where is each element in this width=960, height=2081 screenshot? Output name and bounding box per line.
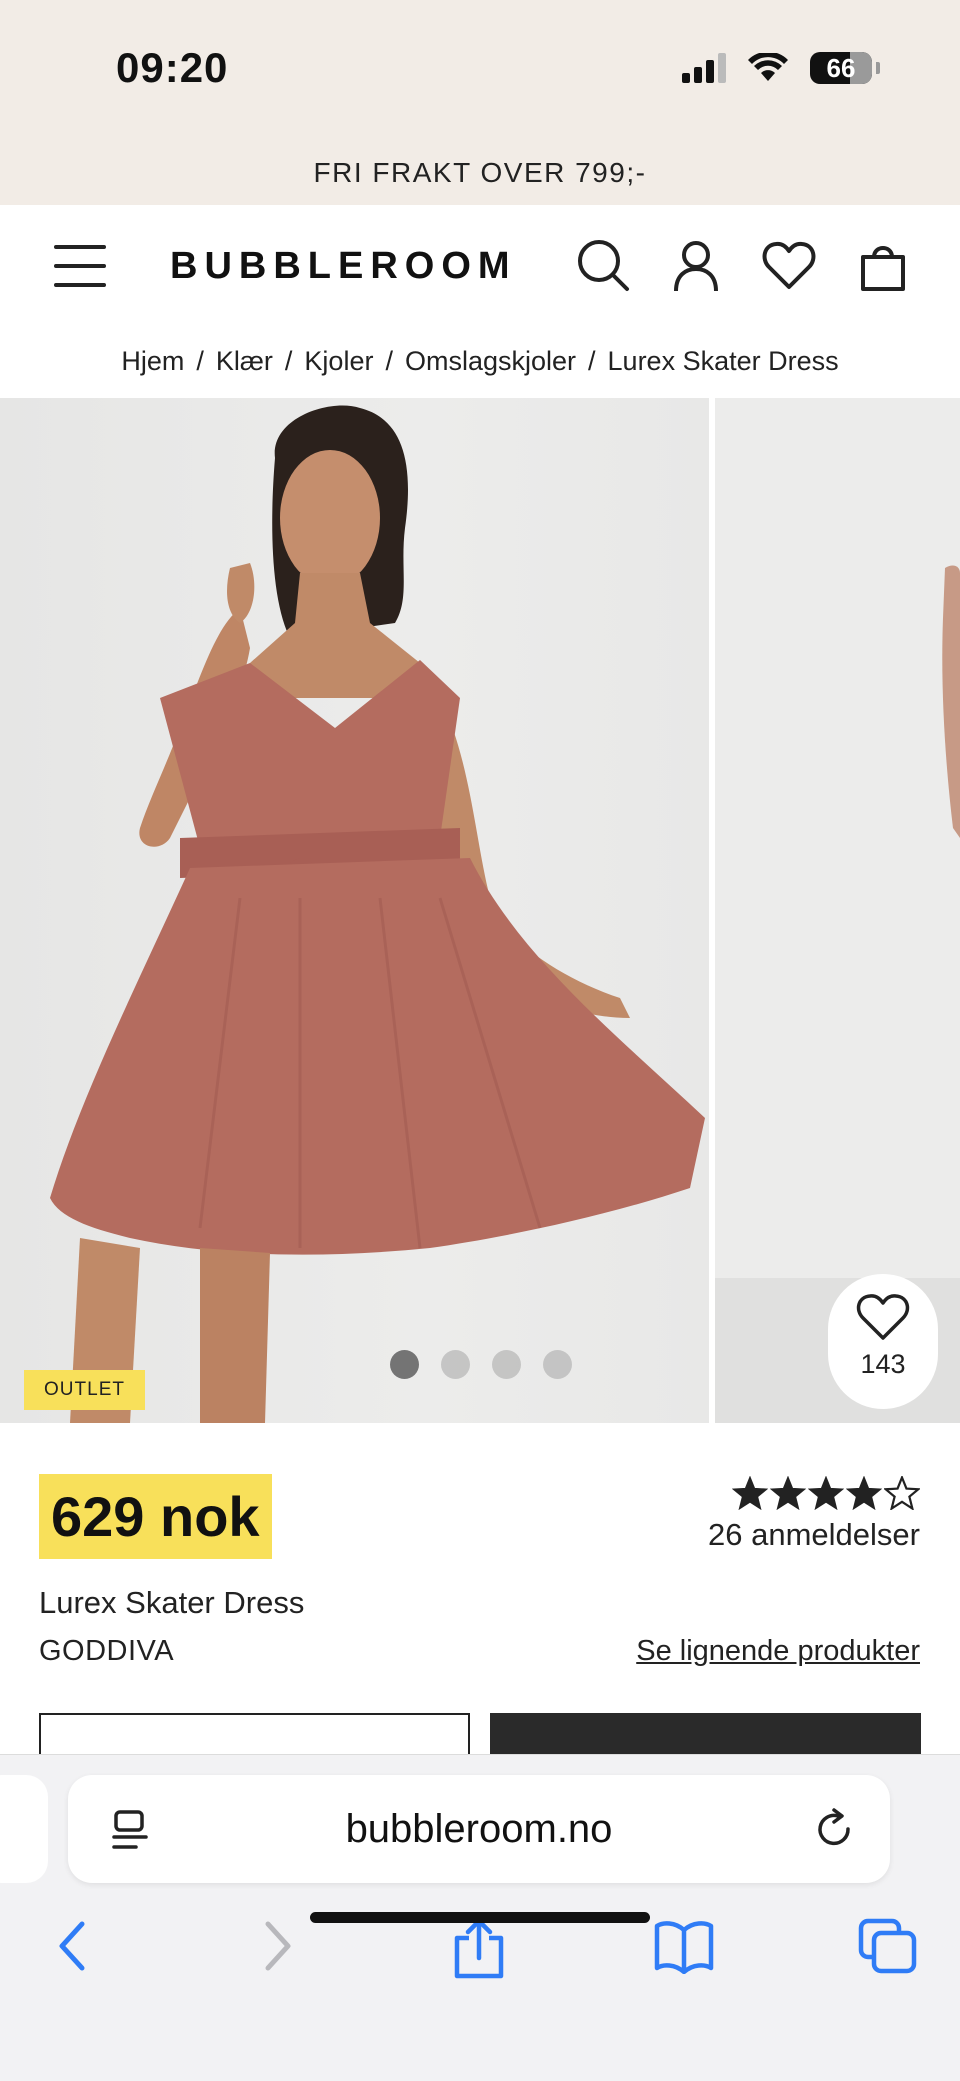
gallery-dot[interactable] [390,1350,419,1379]
promo-banner[interactable]: FRI FRAKT OVER 799;- [0,145,960,205]
star-filled-icon [808,1476,844,1510]
cellular-signal-icon [682,53,726,83]
product-image-next[interactable] [715,398,960,1423]
breadcrumb-dresses[interactable]: Kjoler [304,346,373,377]
gallery-dot[interactable] [441,1350,470,1379]
battery-tip [876,62,880,74]
wishlist-heart-icon[interactable] [761,237,817,293]
address-bar[interactable]: bubbleroom.no [68,1775,890,1883]
product-image-main[interactable]: OUTLET [0,398,709,1423]
menu-icon[interactable] [54,245,106,287]
wifi-icon [748,53,788,81]
gallery-pagination [390,1350,572,1379]
breadcrumb-separator: / [588,346,596,376]
breadcrumb-current: Lurex Skater Dress [607,346,839,376]
bookmarks-icon[interactable] [653,1918,715,1974]
battery-icon: 66 [810,52,872,84]
breadcrumb: Hjem / Klær / Kjoler / Omslagskjoler / Lurex… [0,325,960,398]
breadcrumb-home[interactable]: Hjem [121,346,184,377]
breadcrumb-separator: / [385,346,393,376]
product-gallery[interactable]: OUTLET 143 [0,398,960,1423]
brand-logo[interactable]: BUBBLEROOM [170,245,517,288]
share-icon[interactable] [452,1918,506,1980]
site-header: BUBBLEROOM [0,205,960,325]
product-brand[interactable]: GODDIVA [39,1635,174,1668]
heart-icon [856,1294,910,1340]
breadcrumb-separator: / [196,346,204,376]
status-bar: 09:20 66 [0,0,960,145]
status-time: 09:20 [116,44,229,91]
outlet-badge: OUTLET [24,1370,145,1410]
gallery-dot[interactable] [543,1350,572,1379]
breadcrumb-wrap-dresses[interactable]: Omslagskjoler [405,346,576,377]
model-dress-illustration [50,405,705,1423]
home-indicator[interactable] [310,1912,650,1923]
star-filled-icon [732,1476,768,1510]
tabs-icon[interactable] [858,1918,918,1974]
favorite-count: 143 [860,1349,906,1379]
model-dress-peek-illustration [942,565,960,838]
breadcrumb-clothes[interactable]: Klær [216,346,273,377]
status-icons: 66 [682,52,880,84]
similar-products-link[interactable]: Se lignende produkter [636,1635,920,1668]
star-rating[interactable] [732,1476,920,1510]
review-count-link[interactable]: 26 anmeldelser [708,1517,920,1553]
forward-icon[interactable] [258,1918,298,1974]
search-icon[interactable] [575,237,631,293]
favorite-button[interactable]: 143 [828,1274,938,1409]
product-name: Lurex Skater Dress [39,1585,305,1620]
account-icon[interactable] [668,237,724,293]
battery-level: 66 [826,53,856,83]
gallery-dot[interactable] [492,1350,521,1379]
back-icon[interactable] [52,1918,92,1974]
star-empty-icon [884,1476,920,1510]
breadcrumb-separator: / [284,346,293,376]
star-filled-icon [846,1476,882,1510]
url-text[interactable]: bubbleroom.no [68,1775,890,1883]
product-price: 629 nok [39,1474,272,1559]
previous-tab-peek[interactable] [0,1775,48,1883]
reload-icon[interactable] [812,1807,856,1851]
shopping-bag-icon[interactable] [855,237,911,293]
star-filled-icon [770,1476,806,1510]
